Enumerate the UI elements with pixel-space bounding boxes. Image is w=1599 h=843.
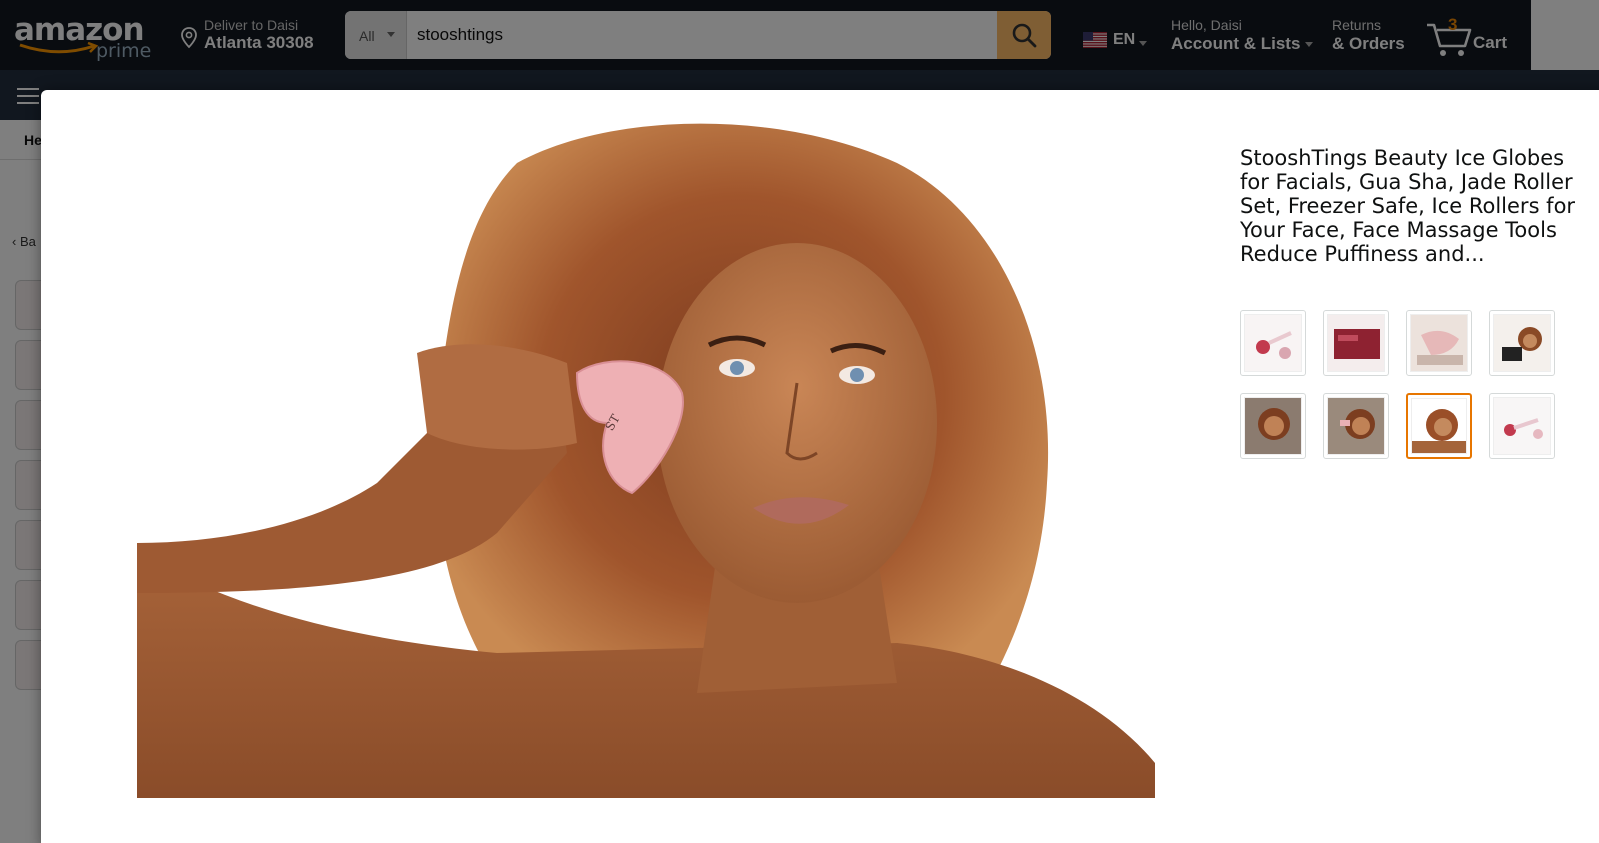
product-info-panel: StooshTings Beauty Ice Globes for Facial… — [1240, 146, 1580, 459]
gua-sha-product-image — [1410, 314, 1468, 372]
thumbnail-7-selected[interactable] — [1406, 393, 1472, 459]
thumbnail-3[interactable] — [1406, 310, 1472, 376]
ice-globes-product-image — [1244, 314, 1302, 372]
image-viewer-modal: ST StooshTings Beauty Ice Globes for Fac… — [41, 90, 1599, 843]
thumbnail-4[interactable] — [1489, 310, 1555, 376]
packaging-product-image — [1327, 314, 1385, 372]
thumbnail-6[interactable] — [1323, 393, 1389, 459]
thumbnail-1[interactable] — [1240, 310, 1306, 376]
roller-product-image — [1493, 397, 1551, 455]
thumbnail-8[interactable] — [1489, 393, 1555, 459]
model-facial-image — [1244, 397, 1302, 455]
main-product-photo[interactable]: ST — [137, 123, 1155, 798]
product-title: StooshTings Beauty Ice Globes for Facial… — [1240, 146, 1576, 266]
model-gua-sha-image — [1327, 397, 1385, 455]
thumbnail-5[interactable] — [1240, 393, 1306, 459]
model-gua-sha-photo: ST — [137, 123, 1155, 798]
thumbnail-2[interactable] — [1323, 310, 1389, 376]
model-portrait-image — [1411, 398, 1467, 454]
model-with-box-image — [1493, 314, 1551, 372]
